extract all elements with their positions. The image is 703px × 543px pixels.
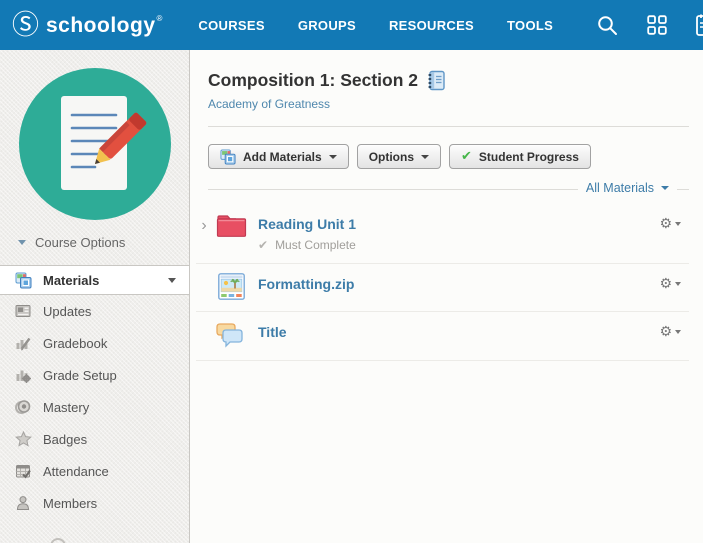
course-sidebar: Course Options Materials Updates xyxy=(0,50,190,543)
material-row-title: › Title ⚙ xyxy=(196,312,689,361)
all-materials-label: All Materials xyxy=(586,181,654,195)
schoology-logo[interactable]: Ⓢ schoology ® xyxy=(12,12,162,39)
course-avatar[interactable] xyxy=(19,68,171,220)
notebook-icon xyxy=(426,70,446,91)
course-main-area: Composition 1: Section 2 Academy of Grea… xyxy=(190,50,703,543)
course-title-text: Composition 1: Section 2 xyxy=(208,70,418,91)
sidebar-item-badges[interactable]: Badges xyxy=(0,423,189,455)
chevron-down-icon xyxy=(661,186,669,190)
logo-text: schoology xyxy=(46,12,156,39)
material-text: Formatting.zip xyxy=(258,273,354,292)
logo-trademark: ® xyxy=(157,14,163,23)
add-materials-icon xyxy=(220,149,236,165)
topbar-icons xyxy=(597,13,703,37)
page-body: Course Options Materials Updates xyxy=(0,50,703,543)
chevron-down-icon xyxy=(675,330,681,334)
material-title-link[interactable]: Title xyxy=(258,324,287,340)
must-complete-label: Must Complete xyxy=(275,238,356,252)
mastery-icon xyxy=(14,399,32,415)
material-title-link[interactable]: Formatting.zip xyxy=(258,276,354,292)
sidebar-item-label: Materials xyxy=(43,273,99,288)
chevron-down-icon xyxy=(18,240,26,245)
sidebar-item-label: Grade Setup xyxy=(43,368,117,383)
paper-pencil-avatar-icon xyxy=(19,68,171,220)
gradebook-icon xyxy=(14,335,32,351)
sidebar-item-label: Members xyxy=(43,496,97,511)
top-navigation-bar: Ⓢ schoology ® COURSES GROUPS RESOURCES T… xyxy=(0,0,703,50)
options-button[interactable]: Options xyxy=(357,144,441,169)
materials-icon xyxy=(14,272,32,289)
material-text: Title xyxy=(258,321,287,340)
material-row-reading-unit-1: › Reading Unit 1 ✔ Must Complete ⚙ xyxy=(196,204,689,264)
row-settings-dropdown[interactable]: ⚙ xyxy=(659,217,681,231)
search-icon[interactable] xyxy=(597,15,618,36)
course-options-toggle[interactable]: Course Options xyxy=(18,235,189,250)
chevron-down-icon xyxy=(168,278,176,283)
row-settings-dropdown[interactable]: ⚙ xyxy=(659,325,681,339)
sidebar-item-members[interactable]: Members xyxy=(0,487,189,519)
check-icon: ✔ xyxy=(258,238,268,252)
partial-menu-item-icon xyxy=(50,538,66,543)
schoology-course-page: Ⓢ schoology ® COURSES GROUPS RESOURCES T… xyxy=(0,0,703,543)
chevron-down-icon xyxy=(421,155,429,159)
badges-icon xyxy=(14,431,32,447)
sidebar-item-label: Gradebook xyxy=(43,336,107,351)
updates-icon xyxy=(14,303,32,319)
attendance-icon xyxy=(14,463,32,479)
options-label: Options xyxy=(369,150,414,164)
course-menu: Materials Updates Gradebook xyxy=(0,265,189,519)
material-text: Reading Unit 1 ✔ Must Complete xyxy=(258,213,356,252)
materials-toolbar: Add Materials Options ✔ Student Progress xyxy=(208,144,689,169)
sidebar-item-label: Badges xyxy=(43,432,87,447)
nav-item-resources[interactable]: RESOURCES xyxy=(389,18,474,33)
chevron-down-icon xyxy=(675,222,681,226)
school-link[interactable]: Academy of Greatness xyxy=(208,97,330,111)
sidebar-item-attendance[interactable]: Attendance xyxy=(0,455,189,487)
nav-item-courses[interactable]: COURSES xyxy=(198,18,264,33)
sidebar-item-updates[interactable]: Updates xyxy=(0,295,189,327)
row-settings-dropdown[interactable]: ⚙ xyxy=(659,277,681,291)
gear-icon: ⚙ xyxy=(659,277,672,291)
sidebar-item-label: Updates xyxy=(43,304,91,319)
sidebar-item-gradebook[interactable]: Gradebook xyxy=(0,327,189,359)
sidebar-item-label: Mastery xyxy=(43,400,89,415)
gear-icon: ⚙ xyxy=(659,325,672,339)
course-options-label: Course Options xyxy=(35,235,125,250)
webpage-file-icon xyxy=(215,273,247,300)
materials-list: › Reading Unit 1 ✔ Must Complete ⚙ xyxy=(196,204,689,361)
student-progress-button[interactable]: ✔ Student Progress xyxy=(449,144,591,169)
add-materials-button[interactable]: Add Materials xyxy=(208,144,349,169)
all-materials-dropdown[interactable]: All Materials xyxy=(578,181,677,195)
members-icon xyxy=(14,495,32,511)
check-icon: ✔ xyxy=(461,149,472,164)
header-divider xyxy=(208,126,689,127)
gear-icon: ⚙ xyxy=(659,217,672,231)
chevron-down-icon xyxy=(329,155,337,159)
page-title: Composition 1: Section 2 xyxy=(208,70,689,91)
material-title-link[interactable]: Reading Unit 1 xyxy=(258,216,356,232)
app-grid-icon[interactable] xyxy=(647,15,667,35)
materials-filter-row: All Materials xyxy=(208,176,689,202)
calendar-clipboard-icon[interactable] xyxy=(696,13,703,37)
schoology-s-icon: Ⓢ xyxy=(12,12,39,39)
nav-item-groups[interactable]: GROUPS xyxy=(298,18,356,33)
add-materials-label: Add Materials xyxy=(243,150,322,164)
expand-chevron-icon[interactable]: › xyxy=(196,218,212,234)
folder-icon xyxy=(215,213,247,238)
sidebar-item-mastery[interactable]: Mastery xyxy=(0,391,189,423)
nav-item-tools[interactable]: TOOLS xyxy=(507,18,553,33)
sidebar-item-label: Attendance xyxy=(43,464,109,479)
grade-setup-icon xyxy=(14,367,32,383)
primary-nav: COURSES GROUPS RESOURCES TOOLS xyxy=(198,18,553,33)
student-progress-label: Student Progress xyxy=(479,150,579,164)
discussion-bubbles-icon xyxy=(215,321,247,349)
material-row-formatting-zip: › Formatting.zip ⚙ xyxy=(196,264,689,312)
sidebar-item-materials[interactable]: Materials xyxy=(0,265,189,295)
chevron-down-icon xyxy=(675,282,681,286)
sidebar-item-grade-setup[interactable]: Grade Setup xyxy=(0,359,189,391)
must-complete-badge: ✔ Must Complete xyxy=(258,238,356,252)
